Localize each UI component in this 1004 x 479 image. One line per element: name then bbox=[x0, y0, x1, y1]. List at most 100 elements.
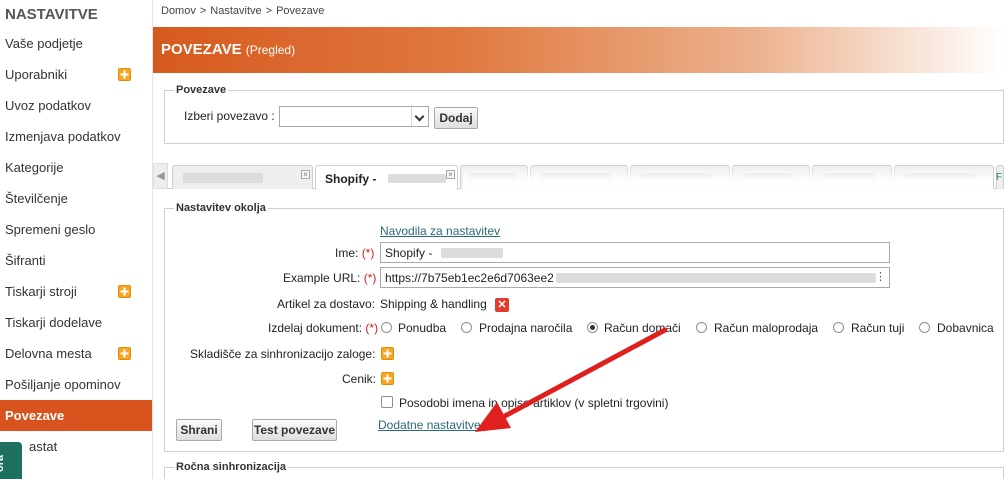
breadcrumb-current: Povezave bbox=[276, 5, 325, 17]
page-title-text: POVEZAVE bbox=[161, 41, 242, 58]
tab-cut-label: F bbox=[995, 172, 1002, 183]
required-mark: (*) bbox=[365, 321, 379, 335]
close-icon[interactable]: × bbox=[301, 170, 310, 179]
plus-icon[interactable] bbox=[118, 347, 131, 360]
close-icon[interactable]: × bbox=[446, 170, 455, 179]
plus-icon[interactable] bbox=[381, 347, 394, 360]
update-names-checkbox[interactable] bbox=[381, 396, 393, 408]
sidebar: NASTAVITVE Vaše podjetje Uporabniki Uvoz… bbox=[0, 0, 153, 479]
sidebar-title: NASTAVITVE bbox=[5, 6, 98, 23]
redacted-text bbox=[556, 273, 876, 283]
document-type-label: Izdelaj dokument: (*) bbox=[268, 321, 378, 335]
tab-shopify[interactable]: Shopify - × bbox=[315, 165, 458, 190]
sidebar-item-label: Izmenjava podatkov bbox=[5, 129, 121, 144]
radio-dobavnica[interactable] bbox=[919, 322, 930, 333]
delivery-item-label: Artikel za dostavo: bbox=[277, 297, 376, 311]
additional-settings-link[interactable]: Dodatne nastavitve bbox=[378, 418, 481, 432]
sidebar-item-posiljanje-opominov[interactable]: Pošiljanje opominov bbox=[0, 369, 152, 400]
radio-racun-tuji[interactable] bbox=[833, 322, 844, 333]
sidebar-item-label: Uporabniki bbox=[5, 67, 68, 82]
more-vert-icon[interactable]: ⋮ bbox=[875, 270, 886, 283]
redacted-text bbox=[441, 248, 503, 258]
sidebar-item-uvoz-podatkov[interactable]: Uvoz podatkov bbox=[0, 90, 152, 121]
sidebar-item-label: Vaše podjetje bbox=[5, 36, 83, 51]
document-type-label-text: Izdelaj dokument: bbox=[268, 321, 363, 335]
sidebar-item-tiskarji-dodelave[interactable]: Tiskarji dodelave bbox=[0, 307, 152, 338]
x-icon[interactable]: ✕ bbox=[495, 298, 509, 312]
tab-connection-1[interactable]: × bbox=[172, 165, 313, 189]
test-connection-button[interactable]: Test povezave bbox=[252, 419, 337, 441]
update-names-label: Posodobi imena in opise artiklov (v sple… bbox=[399, 396, 669, 410]
connections-box: Povezave Izberi povezavo : Dodaj bbox=[164, 84, 1004, 144]
plus-icon[interactable] bbox=[118, 68, 131, 81]
sidebar-item-label: Tiskarji dodelave bbox=[5, 315, 103, 330]
radio-label-ponudba: Ponudba bbox=[398, 321, 447, 335]
feedback-badge-label: ora bbox=[0, 454, 6, 472]
redacted-text bbox=[183, 173, 263, 183]
sidebar-item-spremeni-geslo[interactable]: Spremeni geslo bbox=[0, 214, 152, 245]
add-connection-button[interactable]: Dodaj bbox=[434, 107, 478, 129]
sidebar-item-kategorije[interactable]: Kategorije bbox=[0, 152, 152, 183]
tab-scroll-left-icon[interactable]: ◀ bbox=[153, 163, 168, 189]
sidebar-item-label: Številčenje bbox=[5, 191, 68, 206]
connections-legend: Povezave bbox=[174, 84, 229, 96]
page-subtitle: (Pregled) bbox=[245, 43, 296, 57]
radio-label-prodajna-narocila: Prodajna naročila bbox=[479, 321, 573, 335]
sidebar-item-label: Pošiljanje opominov bbox=[5, 377, 121, 392]
example-url-input[interactable]: https://7b75eb1ec2e6d7063ee2 ⋮ bbox=[380, 267, 890, 288]
sidebar-item-izmenjava-podatkov[interactable]: Izmenjava podatkov bbox=[0, 121, 152, 152]
plus-icon[interactable] bbox=[118, 285, 131, 298]
tab-label: Shopify - bbox=[325, 172, 377, 186]
sidebar-item-label: Uvoz podatkov bbox=[5, 98, 91, 113]
plus-icon[interactable] bbox=[381, 372, 394, 385]
example-url-value: https://7b75eb1ec2e6d7063ee2 bbox=[385, 271, 554, 285]
sidebar-item-label: Tiskarji stroji bbox=[5, 284, 77, 299]
save-button[interactable]: Shrani bbox=[176, 419, 222, 441]
sidebar-item-povezave[interactable]: Povezave bbox=[0, 400, 152, 431]
sidebar-item-label: Šifranti bbox=[5, 253, 46, 268]
example-url-label: Example URL: (*) bbox=[283, 271, 376, 285]
sidebar-item-tiskarji-stroji[interactable]: Tiskarji stroji bbox=[0, 276, 152, 307]
sidebar-item-label: Povezave bbox=[5, 408, 65, 423]
environment-settings-legend: Nastavitev okolja bbox=[174, 202, 268, 214]
sidebar-item-delovna-mesta[interactable]: Delovna mesta bbox=[0, 338, 152, 369]
sidebar-item-label: Kategorije bbox=[5, 160, 64, 175]
sidebar-item-statistika[interactable]: astat bbox=[0, 431, 152, 462]
radio-racun-maloprodaja[interactable] bbox=[696, 322, 707, 333]
pricelist-label: Cenik: bbox=[342, 372, 377, 386]
radio-label-racun-domaci: Račun domači bbox=[604, 321, 681, 335]
breadcrumb: Domov > Nastavitve > Povezave bbox=[161, 5, 328, 17]
page-title: POVEZAVE (Pregled) bbox=[161, 41, 295, 58]
sidebar-item-label: Spremeni geslo bbox=[5, 222, 96, 237]
sidebar-item-sifranti[interactable]: Šifranti bbox=[0, 245, 152, 276]
radio-label-dobavnica: Dobavnica bbox=[937, 321, 994, 335]
breadcrumb-home[interactable]: Domov bbox=[161, 5, 196, 17]
breadcrumb-settings[interactable]: Nastavitve bbox=[210, 5, 261, 17]
connection-select[interactable] bbox=[279, 106, 429, 127]
name-value: Shopify - bbox=[385, 246, 433, 260]
instructions-link[interactable]: Navodila za nastavitev bbox=[380, 224, 500, 238]
radio-ponudba[interactable] bbox=[381, 322, 392, 333]
main-content: Domov > Nastavitve > Povezave POVEZAVE (Preg… bbox=[153, 0, 1004, 479]
radio-racun-domaci[interactable] bbox=[587, 322, 598, 333]
required-mark: (*) bbox=[361, 246, 375, 260]
sidebar-item-label: Delovna mesta bbox=[5, 346, 92, 361]
warehouse-sync-label: Skladišče za sinhronizacijo zaloge: bbox=[190, 347, 376, 361]
delivery-item-value: Shipping & handling bbox=[380, 297, 487, 311]
radio-prodajna-narocila[interactable] bbox=[461, 322, 472, 333]
chevron-down-icon[interactable] bbox=[411, 107, 428, 126]
sidebar-item-uporabniki[interactable]: Uporabniki bbox=[0, 59, 152, 90]
breadcrumb-separator: > bbox=[265, 5, 273, 17]
name-label: Ime: (*) bbox=[335, 246, 374, 260]
tabs-fade bbox=[463, 165, 993, 193]
select-connection-label: Izberi povezavo : bbox=[184, 109, 275, 123]
environment-settings-box: Nastavitev okolja Navodila za nastavitev… bbox=[164, 202, 1004, 452]
breadcrumb-separator: > bbox=[199, 5, 207, 17]
name-label-text: Ime: bbox=[335, 246, 359, 260]
page-header: POVEZAVE (Pregled) bbox=[153, 27, 1004, 73]
name-input[interactable]: Shopify - bbox=[380, 242, 890, 263]
manual-sync-box: Ročna sinhronizacija bbox=[164, 461, 1004, 479]
sidebar-item-stevilcenje[interactable]: Številčenje bbox=[0, 183, 152, 214]
sidebar-item-vase-podjetje[interactable]: Vaše podjetje bbox=[0, 28, 152, 59]
feedback-badge[interactable]: ora bbox=[0, 442, 22, 479]
